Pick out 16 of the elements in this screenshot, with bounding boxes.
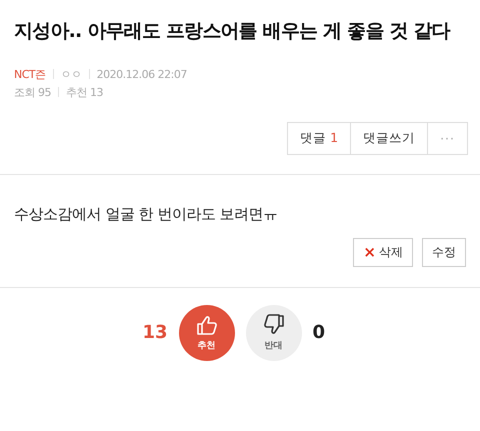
post-title: 지성아.. 아무래도 프랑스어를 배우는 게 좋을 것 같다 (14, 19, 452, 44)
downvote-button[interactable]: 반대 (246, 304, 302, 361)
downvote-count: 0 (312, 322, 326, 344)
post-date: 2020.12.06 22:07 (96, 68, 187, 81)
upvote-count: 13 (141, 322, 168, 344)
author-name[interactable]: NCT즌 (14, 66, 46, 82)
post-body: 수상소감에서 얼굴 한 번이라도 보려면ㅠ (13, 204, 279, 224)
recommend-count: 추천 13 (66, 84, 103, 100)
edit-button[interactable]: 수정 (422, 238, 466, 267)
view-count: 조회 95 (14, 84, 51, 100)
thumbs-up-icon (194, 313, 218, 338)
write-comment-button[interactable]: 댓글쓰기 (350, 122, 428, 155)
comments-button[interactable]: 댓글 1 (287, 122, 352, 155)
delete-button[interactable]: × 삭제 (353, 238, 413, 267)
nickname: ㅇㅇ (60, 66, 82, 82)
upvote-button[interactable]: 추천 (178, 304, 234, 361)
